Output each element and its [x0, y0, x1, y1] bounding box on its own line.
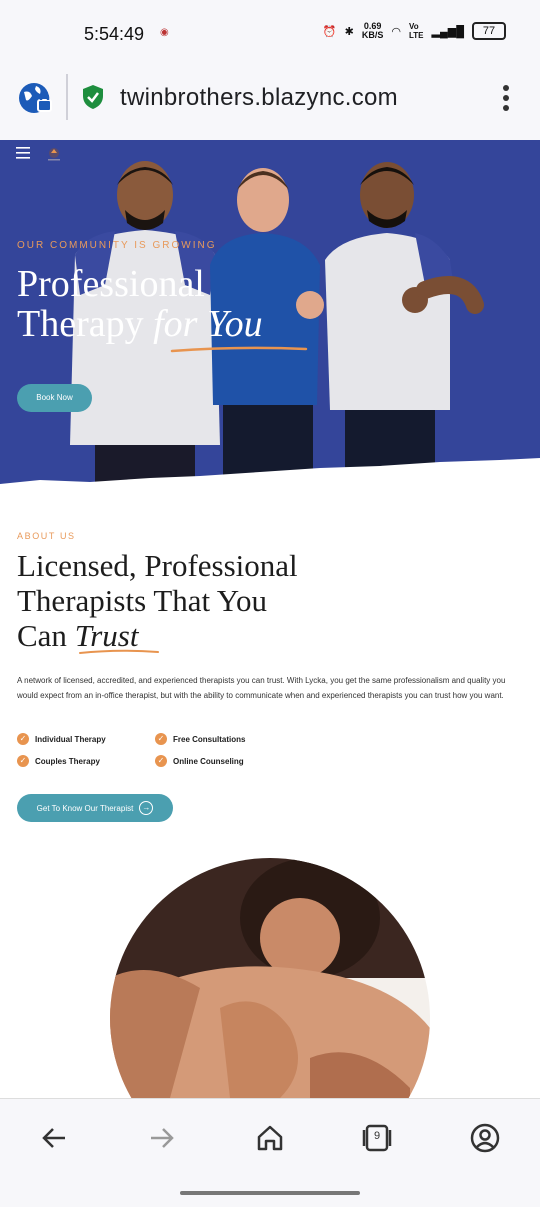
- back-arrow-icon[interactable]: [39, 1123, 69, 1153]
- hero-eyebrow: OUR COMMUNITY IS GROWING: [17, 240, 217, 251]
- status-bar: 5:54:49 ◉ ⏰ ✱ 0.69 KB/S ◠ Vo LTE ▂▄▆█ 77: [0, 0, 540, 66]
- secure-shield-icon[interactable]: [82, 84, 104, 110]
- feature-item: ✓ Free Consultations: [155, 733, 245, 745]
- tab-count: 9: [373, 1130, 381, 1142]
- hero-title-line1: Professional: [17, 263, 205, 305]
- wifi-icon: ◠: [391, 25, 401, 38]
- hero-title-italic: for You: [153, 303, 263, 345]
- feature-label: Couples Therapy: [35, 756, 100, 766]
- forward-arrow-icon[interactable]: [147, 1123, 177, 1153]
- feature-item: ✓ Couples Therapy: [17, 755, 100, 767]
- hero-title-line2: Therapy for You: [17, 304, 263, 344]
- url-text[interactable]: twinbrothers.blazync.com: [120, 84, 398, 112]
- url-separator: [66, 74, 68, 120]
- arrow-right-circle-icon: →: [139, 801, 154, 815]
- volte-icon: Vo LTE: [408, 22, 424, 40]
- recording-icon: ◉: [160, 27, 169, 38]
- site-globe-lock-icon[interactable]: [18, 80, 54, 116]
- about-description: A network of licensed, accredited, and e…: [17, 676, 506, 700]
- hero-title-underline: [170, 346, 308, 353]
- hero-section: OUR COMMUNITY IS GROWING Professional Th…: [0, 140, 540, 485]
- clock: 5:54:49: [84, 24, 145, 44]
- gesture-bar[interactable]: [180, 1191, 360, 1195]
- hamburger-menu-icon[interactable]: [16, 146, 32, 160]
- hero-torn-edge: [0, 458, 540, 510]
- about-eyebrow: ABOUT US: [17, 531, 76, 541]
- get-to-know-therapist-button[interactable]: Get To Know Our Therapist →: [17, 794, 173, 822]
- home-icon[interactable]: [255, 1123, 285, 1153]
- battery-indicator: 77: [472, 22, 506, 40]
- alarm-icon: ⏰: [322, 25, 337, 38]
- about-title-underline: [79, 649, 159, 654]
- browser-url-bar: twinbrothers.blazync.com: [0, 66, 540, 141]
- about-title: Licensed, Professional Therapists That Y…: [17, 548, 377, 653]
- about-title-line2: Therapists That You: [17, 583, 268, 618]
- browser-bottom-nav: 9: [0, 1098, 540, 1207]
- massage-photo: [110, 858, 430, 1098]
- check-icon: ✓: [17, 733, 29, 745]
- hero-title: Professional Therapy for You: [17, 264, 263, 344]
- check-icon: ✓: [155, 733, 167, 745]
- network-speed: 0.69 KB/S: [362, 22, 384, 40]
- feature-item: ✓ Online Counseling: [155, 755, 244, 767]
- more-options-icon[interactable]: [502, 84, 510, 112]
- cta-label: Get To Know Our Therapist: [36, 803, 134, 813]
- about-title-line1: Licensed, Professional: [17, 548, 298, 583]
- signal-icon: ▂▄▆█: [431, 25, 464, 38]
- status-icons: ⏰ ✱ 0.69 KB/S ◠ Vo LTE ▂▄▆█ 77: [323, 22, 506, 40]
- tabs-button[interactable]: 9: [362, 1123, 392, 1153]
- feature-label: Individual Therapy: [35, 734, 106, 744]
- about-title-line3: Can Trust: [17, 618, 377, 653]
- feature-label: Free Consultations: [173, 734, 246, 744]
- check-icon: ✓: [17, 755, 29, 767]
- profile-icon[interactable]: [470, 1123, 500, 1153]
- check-icon: ✓: [155, 755, 167, 767]
- bluetooth-icon: ✱: [344, 25, 354, 38]
- network-speed-unit: KB/S: [361, 30, 384, 40]
- feature-item: ✓ Individual Therapy: [17, 733, 106, 745]
- about-title-plain: Can: [17, 618, 75, 653]
- book-now-button[interactable]: Book Now: [17, 384, 92, 412]
- hero-title-plain: Therapy: [17, 303, 154, 345]
- feature-label: Online Counseling: [173, 756, 244, 766]
